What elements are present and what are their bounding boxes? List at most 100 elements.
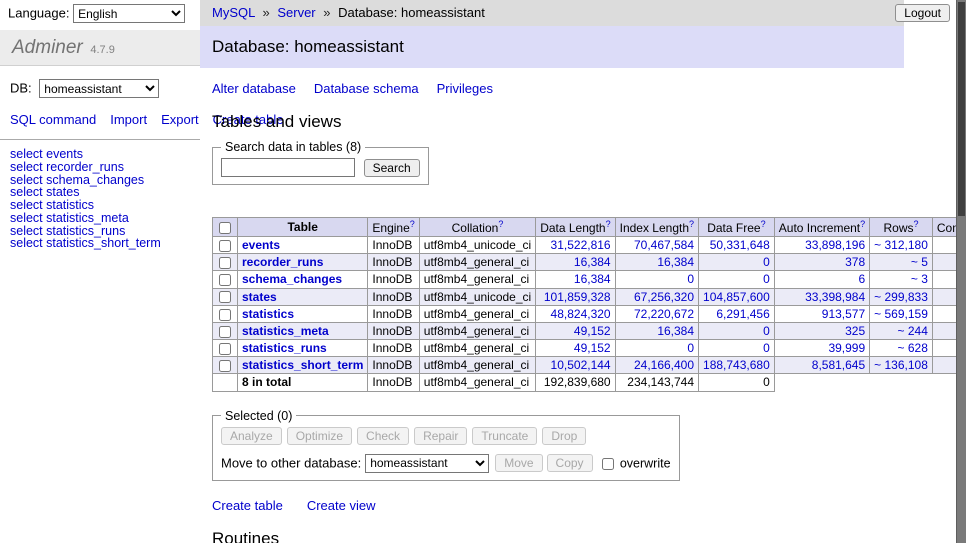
total-index-length-cell: 234,143,744 (615, 374, 698, 391)
nav-link-privileges[interactable]: Privileges (437, 81, 493, 96)
section-title-routines: Routines (212, 529, 956, 543)
sidebar-link-sql-command[interactable]: SQL command (10, 112, 96, 127)
table-name-cell: schema_changes (238, 271, 368, 288)
copy-button[interactable]: Copy (547, 454, 593, 472)
data-free-cell: 0 (699, 322, 775, 339)
table-name-cell: statistics_short_term (238, 357, 368, 374)
language-select[interactable]: English (73, 4, 185, 23)
sidebar-select-events[interactable]: select events (10, 148, 200, 161)
help-link[interactable]: ? (689, 219, 694, 229)
row-checkbox[interactable] (219, 343, 231, 355)
link-create-view[interactable]: Create view (307, 498, 376, 513)
tables-head: TableEngine?Collation?Data Length?Index … (213, 218, 957, 237)
search-input[interactable] (221, 158, 355, 177)
table-row-schema-changes: schema_changesInnoDButf8mb4_general_ci16… (213, 271, 957, 288)
index-length-cell: 72,220,672 (615, 305, 698, 322)
nav-link-database-schema[interactable]: Database schema (314, 81, 419, 96)
select-all-checkbox[interactable] (219, 222, 231, 234)
link-create-table[interactable]: Create table (212, 498, 283, 513)
help-link[interactable]: ? (606, 219, 611, 229)
column-header-auto-increment: Auto Increment? (774, 218, 869, 237)
row-checkbox[interactable] (219, 240, 231, 252)
analyze-button[interactable]: Analyze (221, 427, 282, 445)
row-checkbox[interactable] (219, 291, 231, 303)
table-link-events[interactable]: events (242, 238, 280, 252)
table-link-recorder-runs[interactable]: recorder_runs (242, 255, 323, 269)
search-button[interactable]: Search (364, 159, 420, 177)
row-checkbox[interactable] (219, 309, 231, 321)
collation-cell: utf8mb4_general_ci (419, 322, 535, 339)
index-length-cell: 67,256,320 (615, 288, 698, 305)
row-checkbox[interactable] (219, 360, 231, 372)
db-selector-row: DB: homeassistant (10, 79, 200, 98)
data-length-cell: 49,152 (536, 322, 615, 339)
overwrite-checkbox[interactable] (602, 458, 614, 470)
data-free-cell: 6,291,456 (699, 305, 775, 322)
column-header-label: Comment (937, 221, 956, 235)
engine-cell: InnoDB (368, 305, 419, 322)
engine-cell: InnoDB (368, 288, 419, 305)
sidebar-link-import[interactable]: Import (110, 112, 147, 127)
move-button[interactable]: Move (495, 454, 542, 472)
sidebar-divider (0, 139, 200, 140)
repair-button[interactable]: Repair (414, 427, 467, 445)
sidebar-select-statistics-meta[interactable]: select statistics_meta (10, 212, 200, 225)
breadcrumb-mysql-link[interactable]: MySQL (212, 5, 255, 20)
sidebar-select-statistics[interactable]: select statistics (10, 199, 200, 212)
rows-count-cell: ~ 136,108 (870, 357, 933, 374)
auto-increment-cell: 913,577 (774, 305, 869, 322)
row-checkbox[interactable] (219, 326, 231, 338)
sidebar-link-export[interactable]: Export (161, 112, 199, 127)
engine-cell: InnoDB (368, 357, 419, 374)
help-link[interactable]: ? (761, 219, 766, 229)
table-link-statistics-short-term[interactable]: statistics_short_term (242, 358, 363, 372)
section-title-tables-and-views: Tables and views (212, 112, 956, 132)
vertical-scrollbar[interactable] (956, 0, 966, 543)
collation-cell: utf8mb4_general_ci (419, 340, 535, 357)
sidebar-select-recorder-runs[interactable]: select recorder_runs (10, 161, 200, 174)
collation-cell: utf8mb4_general_ci (419, 305, 535, 322)
table-link-states[interactable]: states (242, 290, 277, 304)
rows-count-cell: ~ 569,159 (870, 305, 933, 322)
move-db-select[interactable]: homeassistant (365, 454, 489, 473)
table-link-statistics[interactable]: statistics (242, 307, 294, 321)
adminer-home-link[interactable]: Adminer (12, 37, 83, 58)
nav-link-alter-database[interactable]: Alter database (212, 81, 296, 96)
db-nav: Alter database Database schema Privileges (212, 81, 956, 96)
row-checkbox[interactable] (219, 257, 231, 269)
comment-cell (932, 305, 956, 322)
breadcrumb-server-link[interactable]: Server (277, 5, 315, 20)
logout-button[interactable]: Logout (895, 4, 950, 22)
table-name-cell: statistics (238, 305, 368, 322)
index-length-cell: 0 (615, 271, 698, 288)
truncate-button[interactable]: Truncate (472, 427, 537, 445)
table-link-statistics-runs[interactable]: statistics_runs (242, 341, 327, 355)
help-link[interactable]: ? (860, 219, 865, 229)
content-area: Alter databaseDatabase schemaPrivileges … (200, 81, 956, 543)
total-engine-cell: InnoDB (368, 374, 419, 391)
main-content: Database: homeassistant Alter databaseDa… (200, 26, 956, 543)
index-length-cell: 16,384 (615, 322, 698, 339)
row-checkbox[interactable] (219, 274, 231, 286)
comment-cell (932, 288, 956, 305)
db-select[interactable]: homeassistant (39, 79, 159, 98)
help-link[interactable]: ? (914, 219, 919, 229)
scrollbar-thumb[interactable] (958, 2, 965, 216)
help-link[interactable]: ? (498, 219, 503, 229)
column-header-label: Index Length (620, 221, 689, 235)
rows-count-cell: ~ 5 (870, 254, 933, 271)
rows-count-cell: ~ 3 (870, 271, 933, 288)
help-link[interactable]: ? (410, 219, 415, 229)
data-free-cell: 50,331,648 (699, 237, 775, 254)
column-header-engine: Engine? (368, 218, 419, 237)
column-header-label: Data Free (707, 221, 760, 235)
drop-button[interactable]: Drop (542, 427, 586, 445)
engine-cell: InnoDB (368, 322, 419, 339)
table-link-schema-changes[interactable]: schema_changes (242, 272, 342, 286)
column-header-label: Data Length (540, 221, 605, 235)
check-button[interactable]: Check (357, 427, 409, 445)
sidebar-select-statistics-short-term[interactable]: select statistics_short_term (10, 237, 200, 250)
column-header-data-free: Data Free? (699, 218, 775, 237)
optimize-button[interactable]: Optimize (287, 427, 352, 445)
table-link-statistics-meta[interactable]: statistics_meta (242, 324, 329, 338)
